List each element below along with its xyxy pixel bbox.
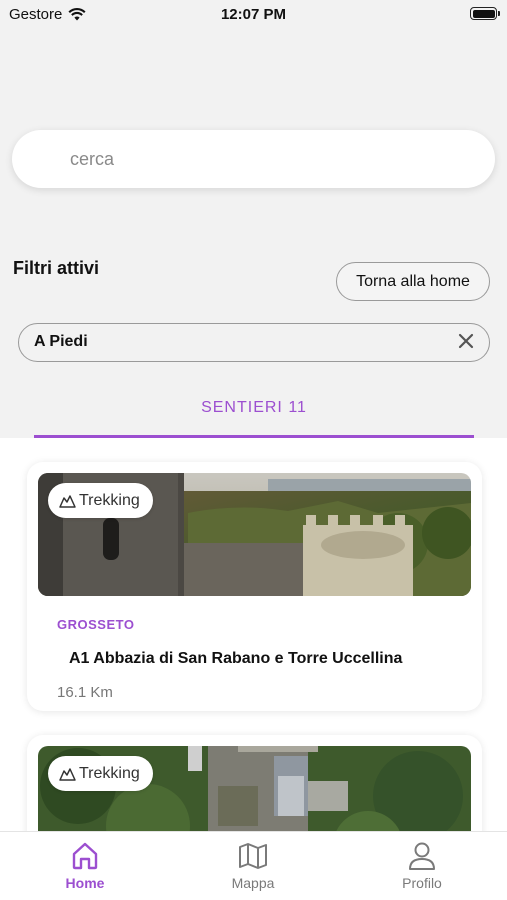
tab-trails[interactable]: SENTIERI 11 [34,395,474,438]
clock: 12:07 PM [220,6,287,23]
search-bar [12,130,495,188]
trail-photo: Trekking [38,473,471,596]
home-icon [72,842,98,870]
trail-list: Trekking GROSSETO A1 Abbazia di San Raba… [0,438,507,831]
trail-distance: 16.1 Km [57,684,113,701]
trail-province: GROSSETO [57,617,135,632]
hiking-icon [59,494,76,508]
status-bar: Gestore 12:07 PM [0,0,507,30]
close-icon[interactable] [457,332,475,350]
nav-profile-label: Profilo [402,875,442,891]
filter-chip[interactable]: A Piedi [18,323,490,362]
profile-icon [409,842,435,870]
trail-card[interactable]: Trekking GROSSETO A1 Abbazia di San Raba… [27,462,482,711]
filter-chip-label: A Piedi [34,333,88,350]
nav-profile[interactable]: Profilo [372,840,472,891]
search-input[interactable] [70,130,470,188]
battery-icon [470,7,500,20]
active-filters-heading: Filtri attivi [13,258,100,278]
activity-badge-label: Trekking [79,491,140,509]
back-home-button[interactable]: Torna alla home [336,262,490,301]
hiking-icon [59,767,76,781]
map-icon [239,843,267,869]
trail-card[interactable]: Trekking [27,735,482,831]
trail-photo: Trekking [38,746,471,831]
nav-home-label: Home [65,875,105,891]
trail-title: A1 Abbazia di San Rabano e Torre Uccelli… [69,650,403,667]
nav-home[interactable]: Home [35,840,135,891]
activity-badge-label: Trekking [79,764,140,782]
nav-map[interactable]: Mappa [203,840,303,891]
activity-badge: Trekking [48,756,153,791]
tab-trails-label: SENTIERI 11 [201,399,307,416]
activity-badge: Trekking [48,483,153,518]
bottom-navigation: Home Mappa Profilo [0,831,507,900]
nav-map-label: Mappa [231,875,275,891]
